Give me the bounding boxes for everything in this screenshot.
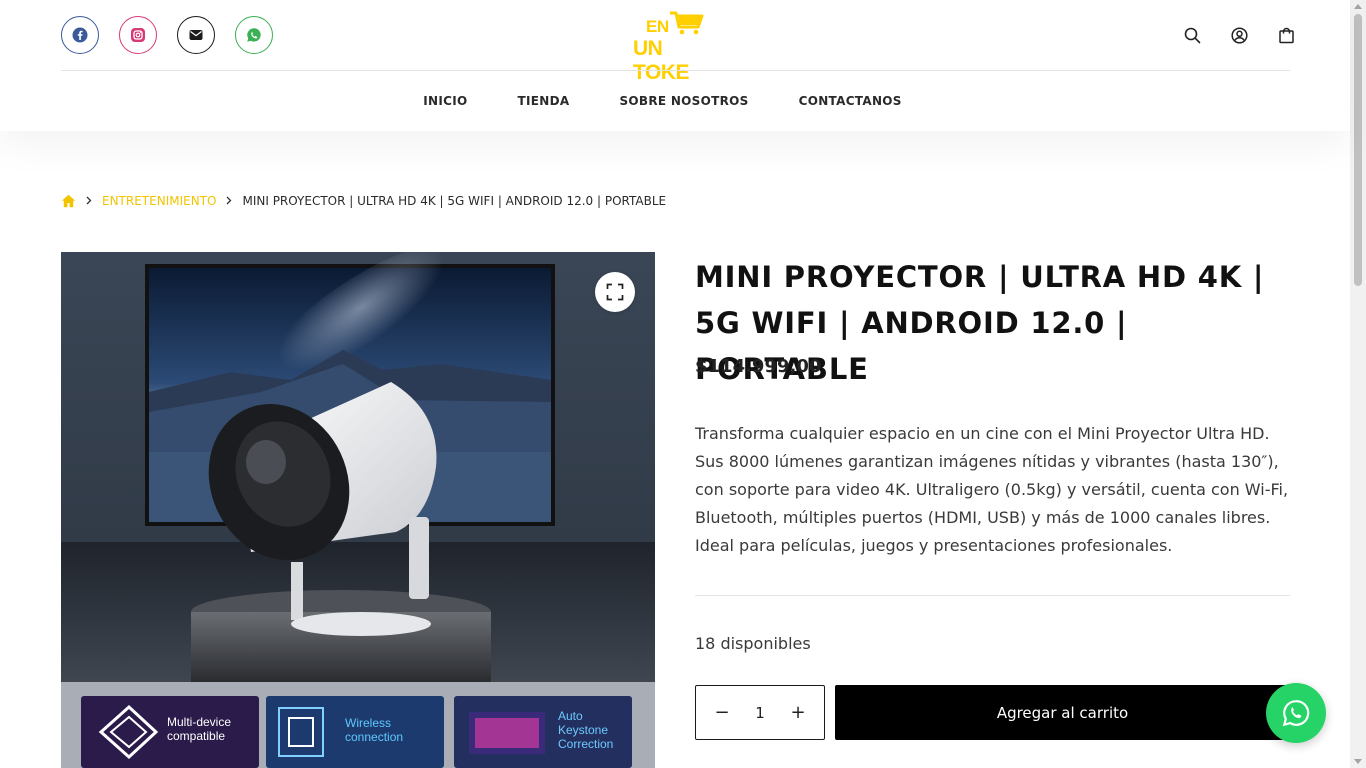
facebook-link[interactable] [61,16,99,54]
facebook-icon [72,27,88,43]
cart-logo-icon [670,11,704,35]
breadcrumb-home[interactable] [61,193,76,208]
breadcrumb-current: MINI PROYECTOR | ULTRA HD 4K | 5G WIFI |… [242,193,667,208]
nav-item-inicio[interactable]: INICIO [423,94,467,108]
home-icon [61,194,76,207]
feature-label-keystone: Auto Keystone Correction [558,709,614,751]
search-button[interactable] [1182,25,1202,45]
feature-label-multidevice: Multi-device compatible [167,715,232,743]
account-button[interactable] [1229,25,1249,45]
nav-item-sobre-nosotros[interactable]: SOBRE NOSOTROS [619,94,748,108]
whatsapp-link[interactable] [235,16,273,54]
site-header: EN UN TOKE INICIO TIENDA SOBRE NOSOTROS … [0,0,1350,131]
breadcrumb-separator [86,196,92,205]
product-description: Transforma cualquier espacio en un cine … [695,424,1289,555]
quantity-stepper: − 1 + [695,685,825,740]
header-actions [1182,25,1296,45]
social-links [61,16,273,54]
fullscreen-icon [606,283,624,301]
instagram-link[interactable] [119,16,157,54]
instagram-icon [131,28,145,42]
whatsapp-icon [247,28,261,42]
product-price: $114.999,00 [695,356,822,377]
feature-label-wireless: Wireless connection [345,716,404,744]
quantity-decrease-button[interactable]: − [714,702,730,723]
product-image [61,252,655,768]
breadcrumb-separator [226,196,232,205]
quantity-value[interactable]: 1 [755,704,765,722]
site-logo[interactable]: EN UN TOKE [632,10,722,84]
whatsapp-icon [1282,700,1310,727]
breadcrumb-category[interactable]: ENTRETENIMIENTO [102,194,216,208]
zoom-button[interactable] [595,272,635,312]
search-icon [1184,27,1200,43]
add-to-cart-button[interactable]: Agregar al carrito [835,685,1290,740]
whatsapp-float-button[interactable] [1266,683,1326,743]
page-scrollbar[interactable] [1350,0,1366,768]
scroll-down-arrow[interactable] [1354,759,1362,764]
nav-item-tienda[interactable]: TIENDA [517,94,569,108]
mail-link[interactable] [177,16,215,54]
scroll-up-arrow[interactable] [1354,4,1362,9]
quantity-increase-button[interactable]: + [790,702,806,723]
nav-item-contactanos[interactable]: CONTACTANOS [799,94,902,108]
user-icon [1230,26,1248,44]
product-gallery[interactable]: Multi-device compatible Wireless connect… [61,252,655,768]
cart-icon [1278,27,1294,43]
info-divider [695,595,1290,596]
main-nav: INICIO TIENDA SOBRE NOSOTROS CONTACTANOS [0,71,1350,131]
logo-line1: EN [646,17,669,36]
cart-button[interactable] [1276,25,1296,45]
stock-status: 18 disponibles [695,634,811,653]
chevron-right-icon [227,196,232,205]
mail-icon [189,30,203,40]
scrollbar-thumb[interactable] [1354,14,1362,286]
breadcrumb: ENTRETENIMIENTO MINI PROYECTOR | ULTRA H… [61,193,666,208]
chevron-right-icon [86,196,92,205]
